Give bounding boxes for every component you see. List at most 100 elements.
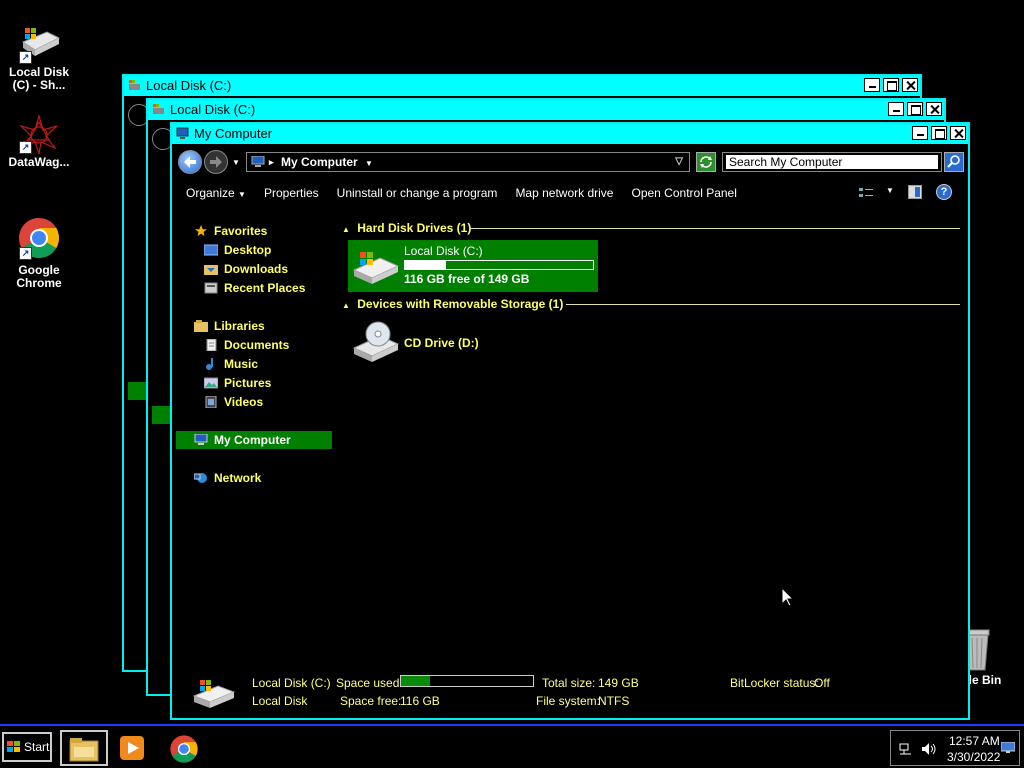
view-list-icon <box>859 188 873 197</box>
libraries-icon <box>194 320 208 332</box>
desktop-icon <box>204 244 218 256</box>
nav-pictures[interactable]: Pictures <box>204 374 271 392</box>
folder-icon <box>69 738 99 762</box>
network-icon <box>194 473 207 483</box>
taskbar-explorer-button[interactable] <box>60 730 108 766</box>
shortcut-arrow-icon: ↗ <box>19 51 32 64</box>
window-title: My Computer <box>194 126 273 141</box>
chrome-icon: ↗ <box>17 216 61 260</box>
search-input[interactable] <box>726 155 938 169</box>
nav-music[interactable]: Music <box>204 355 258 373</box>
details-name: Local Disk (C:) <box>252 676 331 690</box>
videos-icon <box>205 396 217 408</box>
taskbar-chrome-button[interactable] <box>164 730 204 766</box>
recent-pages-dropdown[interactable]: ▼ <box>232 158 240 167</box>
file-system-label: File system: <box>536 694 601 708</box>
nav-my-computer[interactable]: My Computer <box>176 431 332 449</box>
search-button[interactable] <box>944 152 964 172</box>
preview-pane-icon <box>915 187 920 197</box>
media-player-icon <box>120 736 144 760</box>
window-my-computer[interactable]: My Computer ▼ ▸ My Computer ▼ ▽ Search M… <box>170 122 970 720</box>
forward-button[interactable] <box>204 150 228 174</box>
nav-label: Pictures <box>224 376 272 390</box>
nav-favorites[interactable]: Favorites <box>194 222 267 240</box>
clock-date[interactable]: 3/30/2022 <box>947 750 1000 764</box>
drive-free-space: 116 GB free of 149 GB <box>404 272 530 286</box>
close-button[interactable] <box>902 78 918 92</box>
minimize-button[interactable] <box>888 102 904 116</box>
taskbar-media-player-button[interactable] <box>112 730 152 766</box>
window-titlebar[interactable]: My Computer <box>172 124 968 144</box>
breadcrumb-separator-icon[interactable]: ▸ <box>269 153 274 171</box>
recent-places-icon <box>204 282 218 294</box>
desktop-icon-local-disk[interactable]: ↗ Local Disk (C) - Sh... <box>2 24 76 92</box>
details-type: Local Disk <box>252 694 308 708</box>
address-bar[interactable]: ▸ My Computer ▼ ▽ <box>246 152 690 172</box>
address-dropdown-icon[interactable]: ▽ <box>675 153 683 171</box>
nav-label: Documents <box>224 338 290 352</box>
documents-icon <box>206 339 217 351</box>
volume-icon[interactable] <box>921 742 937 756</box>
desktop-icon-chrome[interactable]: ↗ Google Chrome <box>2 216 76 290</box>
nav-label: Videos <box>224 395 264 409</box>
drive-tile-cd-drive-d[interactable]: CD Drive (D:) <box>348 318 548 368</box>
nav-network[interactable]: Network <box>194 469 261 487</box>
total-size-label: Total size: <box>542 676 596 690</box>
search-box[interactable] <box>722 152 942 172</box>
monitor-icon <box>1000 741 1016 753</box>
mouse-cursor-icon <box>782 588 794 607</box>
preview-pane-button[interactable] <box>908 185 922 199</box>
start-button[interactable]: Start <box>2 732 52 762</box>
minimize-button[interactable] <box>864 78 880 92</box>
total-size-value: 149 GB <box>598 676 639 690</box>
clock-time[interactable]: 12:57 AM <box>949 734 1000 748</box>
nav-downloads[interactable]: Downloads <box>204 260 288 278</box>
refresh-button[interactable] <box>696 152 716 172</box>
show-desktop-button[interactable] <box>1000 741 1016 754</box>
window-titlebar[interactable]: Local Disk (C:) <box>124 76 920 96</box>
group-divider <box>470 228 960 229</box>
nav-label: My Computer <box>214 433 291 447</box>
bitlocker-label: BitLocker status: <box>730 676 819 690</box>
maximize-button[interactable] <box>883 78 899 92</box>
network-tray-icon[interactable] <box>899 742 913 756</box>
view-options-button[interactable]: ▼ <box>858 186 894 200</box>
computer-icon <box>251 156 265 167</box>
chevron-down-icon[interactable]: ▼ <box>365 159 373 168</box>
uninstall-program-button[interactable]: Uninstall or change a program <box>337 186 498 200</box>
nav-desktop[interactable]: Desktop <box>204 241 271 259</box>
nav-videos[interactable]: Videos <box>204 393 263 411</box>
close-button[interactable] <box>950 126 966 140</box>
back-button[interactable] <box>178 150 202 174</box>
nav-recent-places[interactable]: Recent Places <box>204 279 305 297</box>
hard-drive-icon <box>352 246 400 289</box>
group-header-removable-storage[interactable]: ▲ Devices with Removable Storage (1) <box>342 296 563 312</box>
start-label: Start <box>24 740 50 754</box>
desktop-icon-label: cle Bin <box>962 673 1002 687</box>
map-network-drive-button[interactable]: Map network drive <box>515 186 613 200</box>
close-button[interactable] <box>926 102 942 116</box>
drive-icon: ↗ <box>17 24 61 64</box>
properties-button[interactable]: Properties <box>264 186 319 200</box>
maximize-button[interactable] <box>931 126 947 140</box>
drive-tile-local-disk-c[interactable]: Local Disk (C:) 116 GB free of 149 GB <box>348 240 598 292</box>
group-label: Hard Disk Drives (1) <box>357 221 472 235</box>
maximize-button[interactable] <box>907 102 923 116</box>
desktop-icon-datawag[interactable]: ↗ DataWag... <box>2 113 76 169</box>
window-titlebar[interactable]: Local Disk (C:) <box>148 100 944 120</box>
nav-label: Desktop <box>224 243 272 257</box>
organize-menu[interactable]: Organize ▼ <box>186 186 246 200</box>
open-control-panel-button[interactable]: Open Control Panel <box>631 186 736 200</box>
group-header-hard-disk-drives[interactable]: ▲ Hard Disk Drives (1) <box>342 220 471 236</box>
nav-libraries[interactable]: Libraries <box>194 317 265 335</box>
nav-label: Music <box>224 357 259 371</box>
help-button[interactable]: ? <box>936 184 952 200</box>
taskbar: Start 12:57 AM 3/30/2022 <box>0 724 1024 768</box>
drive-usage-fill <box>405 261 447 269</box>
breadcrumb-my-computer[interactable]: My Computer <box>281 155 358 169</box>
shortcut-arrow-icon: ↗ <box>19 247 32 260</box>
minimize-button[interactable] <box>912 126 928 140</box>
star-icon <box>195 225 207 237</box>
details-pane: Local Disk (C:) Local Disk Space used: S… <box>174 670 966 716</box>
nav-documents[interactable]: Documents <box>204 336 289 354</box>
